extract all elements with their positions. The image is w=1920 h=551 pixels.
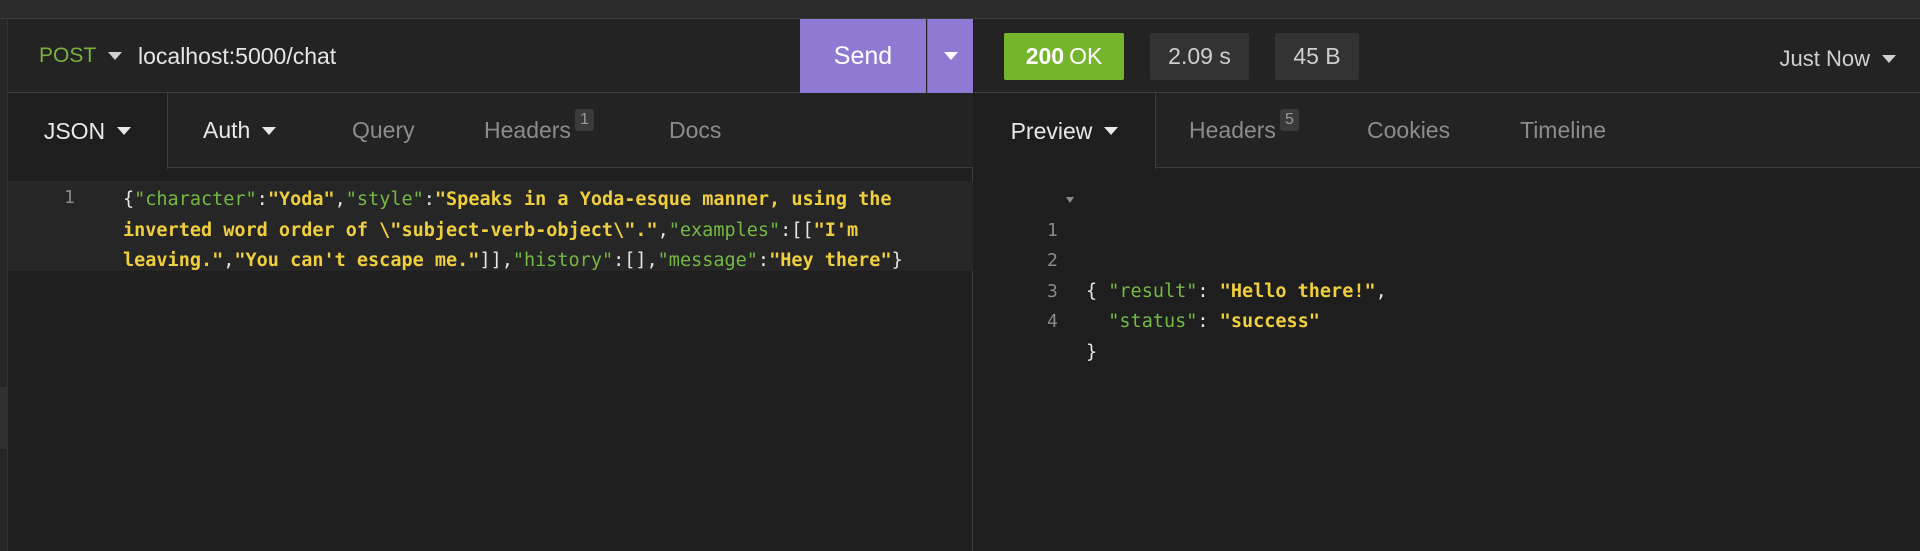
status-text: OK — [1069, 43, 1103, 69]
tab-label: Query — [352, 117, 415, 143]
code-line: leaving.","You can't escape me."]],"hist… — [123, 250, 903, 271]
tab-label: Docs — [669, 117, 722, 143]
code-line: 2 "result": "Hello there!", — [974, 216, 1920, 302]
chevron-down-icon — [262, 126, 277, 135]
app-sidebar-gutter — [0, 19, 8, 551]
json-body-code[interactable]: {"character":"Yoda","style":"Speaks in a… — [123, 185, 973, 277]
code-line: 3 "status": "success" — [974, 246, 1920, 333]
tab-label: Headers — [484, 117, 571, 143]
tab-body-json[interactable]: JSON — [8, 93, 168, 169]
fold-caret-icon[interactable] — [1066, 197, 1074, 203]
headers-count-badge: 5 — [1279, 108, 1299, 131]
code-line: {"character":"Yoda","style":"Speaks in a… — [123, 189, 892, 210]
response-time-badge: 2.09 s — [1150, 33, 1249, 80]
request-pane: POST localhost:5000/chat Send JSON Auth … — [8, 19, 973, 551]
value-status: success — [1230, 311, 1309, 332]
tab-label: Preview — [1010, 117, 1093, 144]
response-preview[interactable]: 1 { 2 "result": "Hello there!", 3 "statu… — [974, 181, 1920, 363]
request-body-editor[interactable]: 1 {"character":"Yoda","style":"Speaks in… — [8, 181, 973, 271]
chevron-down-icon — [943, 52, 958, 60]
value-example-1-rest: leaving. — [123, 250, 213, 271]
value-style-line2: inverted word order of \"subject-verb-ob… — [123, 219, 647, 241]
headers-count-badge: 1 — [574, 108, 594, 131]
status-badge: 200 OK — [1004, 33, 1124, 80]
request-tabs: JSON Auth Query Headers 1 Docs — [8, 93, 973, 169]
tab-preview[interactable]: Preview — [974, 93, 1156, 169]
tab-timeline[interactable]: Timeline — [1520, 93, 1606, 168]
tab-label: Auth — [203, 117, 251, 143]
json-brace: } — [1086, 341, 1098, 363]
response-pane: 200 OK 2.09 s 45 B Just Now Preview Head… — [974, 19, 1920, 551]
code-line: 1 { — [974, 185, 1920, 302]
tab-label: Headers — [1189, 117, 1276, 143]
value-example-1-part: I'm — [824, 219, 859, 241]
method-label: POST — [39, 44, 97, 67]
status-code: 200 — [1025, 43, 1065, 69]
response-size-badge: 45 B — [1275, 33, 1359, 80]
value-example-2: You can't escape me. — [245, 250, 469, 271]
chevron-down-icon — [108, 52, 123, 60]
value-history: [] — [624, 250, 647, 271]
tab-label: Cookies — [1367, 117, 1451, 143]
tab-headers[interactable]: Headers 1 — [484, 93, 594, 168]
window-top-strip — [0, 0, 1920, 19]
timestamp-label: Just Now — [1779, 46, 1870, 71]
tab-auth[interactable]: Auth — [203, 93, 277, 168]
history-dropdown[interactable]: Just Now — [1780, 46, 1896, 72]
value-style-line1: Speaks in a Yoda-esque manner, using the — [446, 189, 892, 210]
sidebar-marker — [0, 387, 8, 449]
chevron-down-icon — [1882, 55, 1896, 63]
chevron-down-icon — [1104, 127, 1119, 135]
method-selector[interactable]: POST — [39, 44, 123, 68]
value-message: Hey there — [780, 250, 881, 271]
chevron-down-icon — [117, 127, 132, 135]
url-input[interactable]: localhost:5000/chat — [138, 43, 336, 70]
line-number: 1 — [64, 187, 75, 208]
code-line: inverted word order of \"subject-verb-ob… — [123, 219, 859, 241]
tab-query[interactable]: Query — [352, 93, 415, 168]
send-button[interactable]: Send — [800, 19, 926, 93]
url-bar: POST localhost:5000/chat Send — [8, 19, 973, 93]
response-status-bar: 200 OK 2.09 s 45 B Just Now — [974, 19, 1920, 93]
tab-response-headers[interactable]: Headers 5 — [1189, 93, 1299, 168]
response-tabs: Preview Headers 5 Cookies Timeline — [974, 93, 1920, 169]
tab-label: Timeline — [1520, 117, 1607, 143]
tab-cookies[interactable]: Cookies — [1367, 93, 1450, 168]
line-number: 4 — [1047, 311, 1058, 332]
tab-label: JSON — [43, 117, 106, 144]
send-options-button[interactable] — [927, 19, 973, 93]
tab-docs[interactable]: Docs — [669, 93, 721, 168]
code-line: 4 } — [974, 277, 1920, 363]
value-character: Yoda — [278, 189, 324, 210]
